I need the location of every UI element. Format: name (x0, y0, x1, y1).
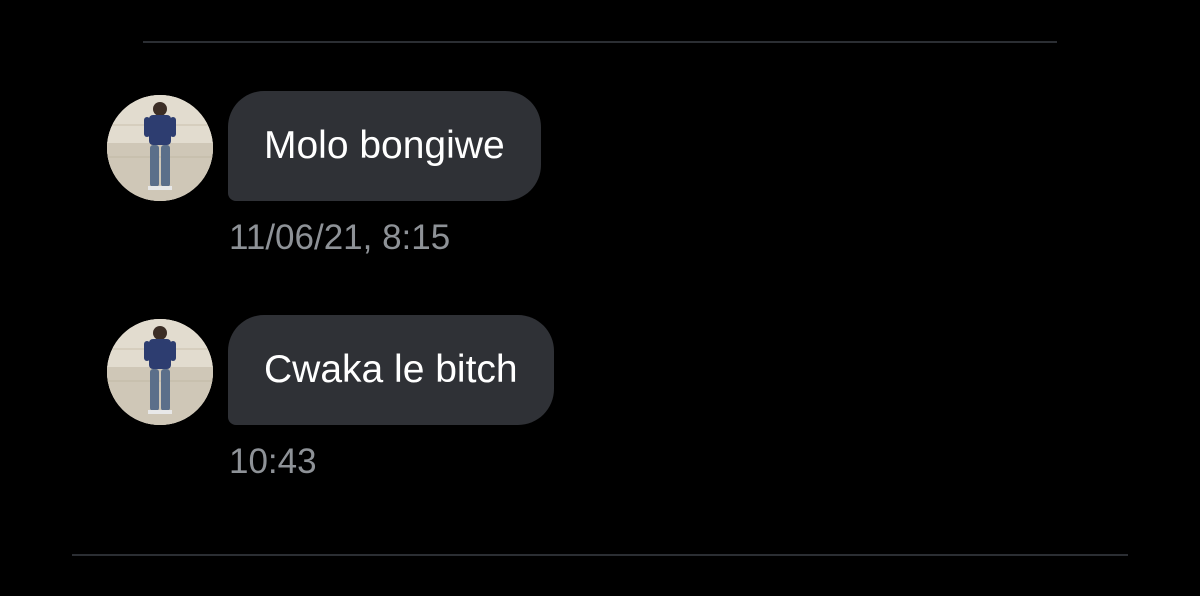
message-bubble[interactable]: Cwaka le bitch (228, 315, 554, 425)
message-timestamp: 11/06/21, 8:15 (229, 218, 451, 257)
message-timestamp: 10:43 (229, 442, 317, 481)
avatar-photo (107, 319, 213, 425)
avatar[interactable] (107, 95, 213, 201)
bottom-divider (72, 554, 1128, 556)
avatar[interactable] (107, 319, 213, 425)
avatar-photo (107, 95, 213, 201)
top-divider (143, 41, 1057, 43)
message-bubble[interactable]: Molo bongiwe (228, 91, 541, 201)
